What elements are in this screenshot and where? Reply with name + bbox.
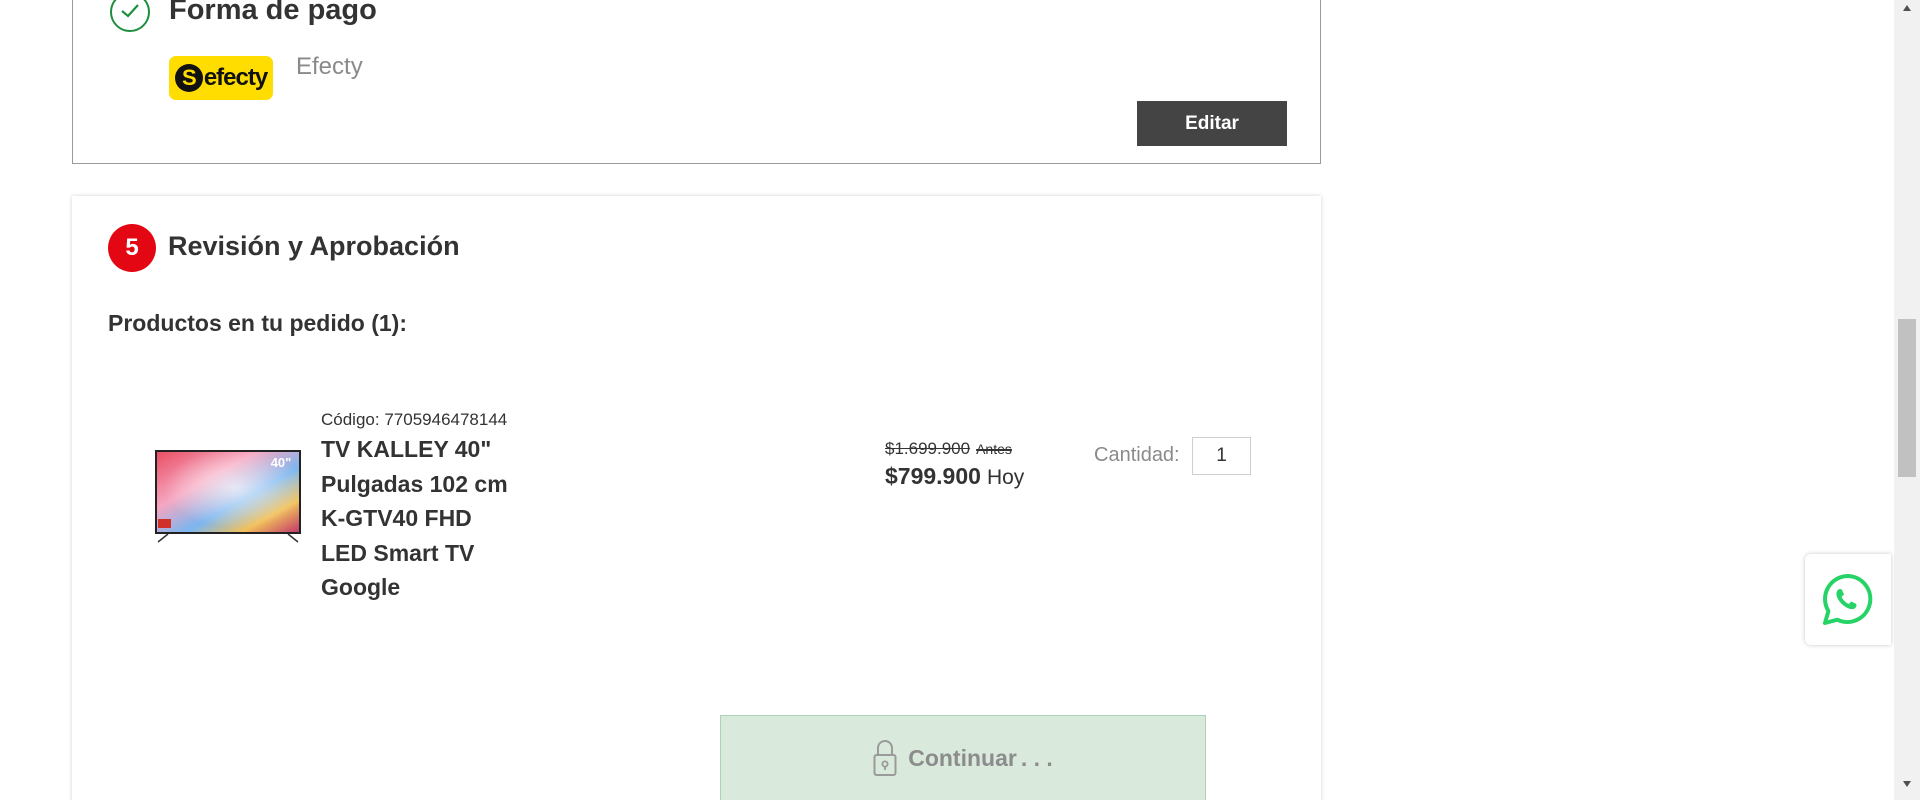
continue-button[interactable]: Continuar . . . [720, 715, 1206, 800]
product-name[interactable]: TV KALLEY 40" Pulgadas 102 cm K-GTV40 FH… [321, 432, 521, 605]
checkout-page: Forma de pago Sefecty Efecty Editar 5 Re… [0, 0, 1920, 800]
price-old-value: $1.699.900 [885, 439, 971, 458]
payment-section-title: Forma de pago [169, 0, 377, 26]
product-code: Código: 7705946478144 [321, 410, 507, 430]
efecty-logo-text: efecty [203, 64, 268, 91]
continue-loading-dots: . . . [1020, 744, 1053, 771]
page-scrollbar[interactable] [1894, 0, 1920, 800]
review-approval-card: 5 Revisión y Aprobación Productos en tu … [72, 196, 1321, 800]
efecty-logo-mark: S [174, 64, 203, 92]
payment-method-card: Forma de pago Sefecty Efecty Editar [72, 0, 1321, 164]
quantity-label: Cantidad: [1094, 444, 1180, 466]
product-code-label: Código: [321, 410, 380, 429]
quantity-input[interactable] [1192, 437, 1251, 475]
price-old: $1.699.900 Antes [885, 439, 1012, 459]
products-heading: Productos en tu pedido (1): [108, 310, 407, 336]
step-number-badge: 5 [108, 224, 156, 272]
whatsapp-icon [1823, 573, 1873, 625]
scroll-thumb[interactable] [1898, 319, 1916, 477]
product-image: 40" [155, 450, 301, 543]
lock-icon [873, 740, 897, 776]
scroll-down-icon[interactable] [1902, 780, 1912, 788]
price-old-label: Antes [976, 441, 1012, 457]
scroll-up-icon[interactable] [1902, 4, 1912, 12]
edit-payment-button[interactable]: Editar [1137, 101, 1287, 146]
efecty-logo: Sefecty [169, 56, 273, 100]
review-section-title: Revisión y Aprobación [168, 231, 460, 261]
price-new-value: $799.900 [885, 463, 981, 489]
product-image-size-badge: 40" [271, 455, 292, 470]
price-new: $799.900 Hoy [885, 463, 1024, 490]
product-code-value: 7705946478144 [384, 410, 508, 429]
price-new-label: Hoy [986, 466, 1025, 489]
whatsapp-button[interactable] [1805, 554, 1891, 645]
continue-label: Continuar [908, 744, 1017, 771]
check-circle-icon [110, 0, 150, 32]
payment-method-name: Efecty [296, 53, 363, 80]
